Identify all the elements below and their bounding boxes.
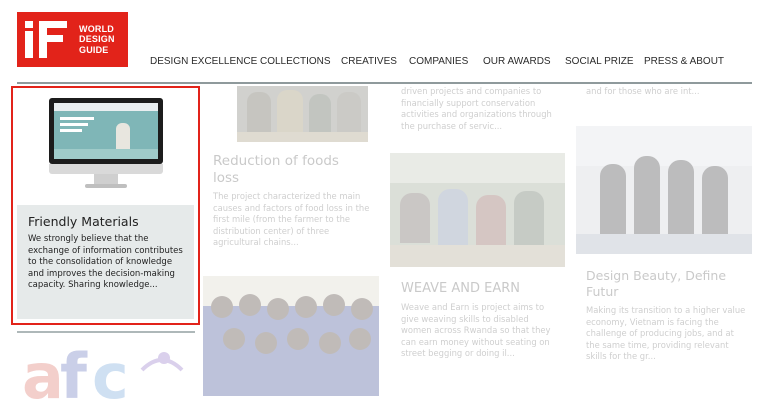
nav-companies[interactable]: COMPANIES bbox=[409, 56, 468, 67]
afc-logo-fragment: a f c bbox=[22, 340, 192, 400]
logo-wordmark: WORLD DESIGN GUIDE bbox=[73, 24, 115, 56]
if-logo-mark bbox=[17, 12, 73, 67]
nav-our-awards[interactable]: OUR AWARDS bbox=[483, 56, 551, 67]
logo-line-1: WORLD bbox=[79, 23, 114, 34]
card-photo-foods[interactable] bbox=[237, 86, 368, 142]
afc-logo-icon: a f c bbox=[22, 340, 184, 400]
card-friendly-materials-title[interactable]: Friendly Materials bbox=[28, 214, 184, 229]
nav-collections[interactable]: COLLECTIONS bbox=[260, 56, 331, 67]
svg-text:f: f bbox=[60, 340, 88, 400]
card-photo-beauty[interactable] bbox=[576, 126, 752, 254]
card-top-right-text: and for those who are int... bbox=[586, 86, 700, 96]
svg-text:c: c bbox=[92, 340, 129, 400]
card-weave-title[interactable]: WEAVE AND EARN bbox=[401, 281, 561, 296]
nav-social-prize[interactable]: SOCIAL PRIZE bbox=[565, 56, 634, 67]
card-beauty-title[interactable]: Design Beauty, Define Futur bbox=[586, 268, 746, 299]
logo-line-2: DESIGN bbox=[79, 34, 115, 45]
logo-line-3: GUIDE bbox=[79, 44, 109, 55]
card-conservation-text: driven projects and companies to financi… bbox=[401, 86, 552, 131]
featured-divider bbox=[17, 331, 195, 333]
header-rule bbox=[17, 82, 752, 84]
card-friendly-materials-body: Friendly Materials We strongly believe t… bbox=[17, 205, 194, 319]
card-foods-text: The project characterized the main cause… bbox=[213, 191, 370, 247]
card-weave-text: Weave and Earn is project aims to give w… bbox=[401, 302, 551, 358]
card-beauty-text: Making its transition to a higher value … bbox=[586, 305, 746, 361]
card-foods-title[interactable]: Reduction of foods loss bbox=[213, 153, 363, 187]
card-friendly-materials-text: We strongly believe that the exchange of… bbox=[28, 234, 183, 291]
card-friendly-materials[interactable]: Friendly Materials We strongly believe t… bbox=[11, 86, 200, 325]
card-photo-students[interactable] bbox=[203, 276, 379, 396]
nav-press-about[interactable]: PRESS & ABOUT bbox=[644, 56, 724, 67]
card-friendly-materials-image[interactable] bbox=[17, 92, 194, 205]
imac-icon bbox=[49, 98, 163, 190]
if-logo[interactable]: WORLD DESIGN GUIDE bbox=[17, 12, 128, 67]
nav-creatives[interactable]: CREATIVES bbox=[341, 56, 397, 67]
svg-text:a: a bbox=[22, 340, 64, 400]
card-photo-weave[interactable] bbox=[390, 153, 565, 267]
nav-design-excellence[interactable]: DESIGN EXCELLENCE bbox=[150, 56, 257, 67]
